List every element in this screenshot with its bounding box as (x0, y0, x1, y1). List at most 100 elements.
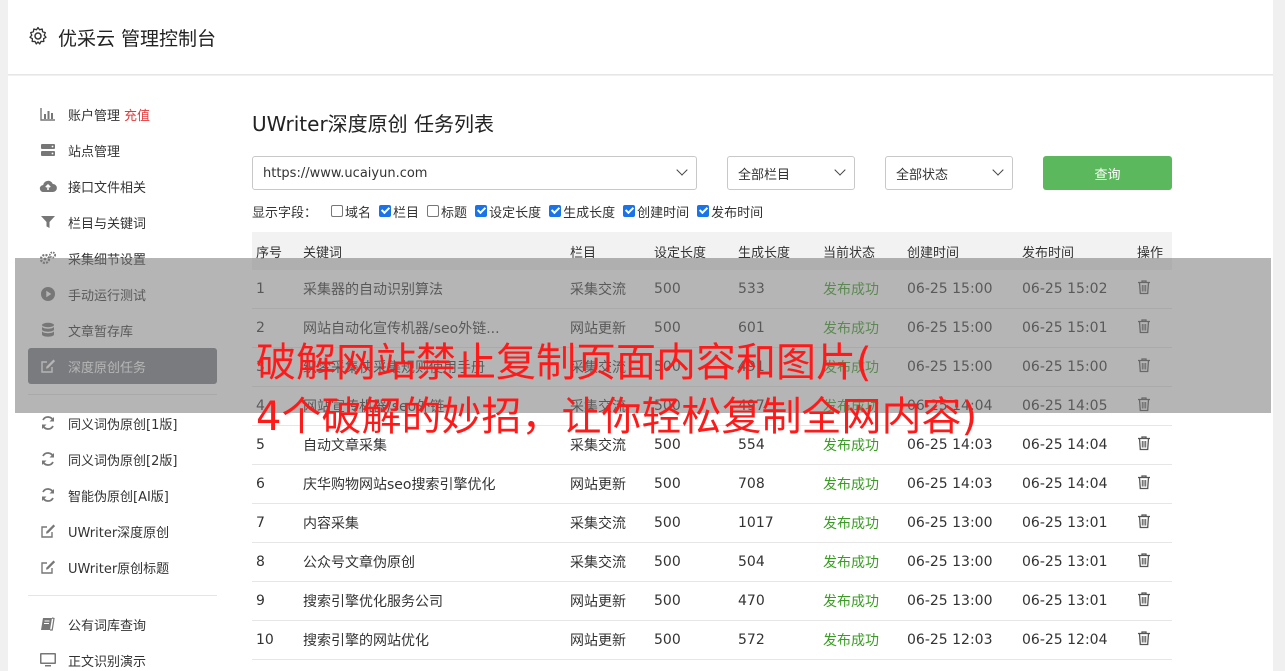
sidebar-item-4[interactable]: 栏目与关键词 (28, 204, 217, 240)
table-cell: 06-25 14:04 (1022, 437, 1108, 453)
status-cell: 发布成功 (823, 516, 879, 532)
table-cell: 06-25 14:03 (907, 476, 993, 492)
checkbox-empty-icon[interactable] (427, 205, 440, 217)
action-cell (1133, 474, 1172, 494)
table-row: 10 搜索引擎的网站优化 网站更新 500 572 发布成功 06-25 12:03 06-2… (252, 621, 1172, 660)
display-fields: 显示字段： 域名 栏目 标题 设定长度 生成长度 创建时间 发布时间 (252, 202, 771, 221)
sidebar-item-label: UWriter原创标题 (68, 561, 170, 577)
field-checkbox-4[interactable]: 设定长度 (475, 202, 541, 221)
table-cell: 网站更新 (570, 477, 626, 493)
table-cell: 采集交流 (570, 555, 626, 571)
status-cell: 发布成功 (823, 477, 879, 493)
field-checkbox-2[interactable]: 栏目 (379, 202, 419, 221)
sidebar-item-label: 同义词伪原创[1版] (68, 417, 178, 433)
trash-icon[interactable] (1137, 553, 1151, 572)
site-select[interactable]: https://www.ucaiyun.com (252, 156, 697, 190)
table-cell: 网站更新 (570, 633, 626, 649)
book-icon (39, 616, 57, 632)
sidebar-item-2[interactable]: 正文识别演示 (28, 642, 217, 671)
sidebar-item-label: 账户管理 (68, 108, 121, 124)
field-checkbox-1[interactable]: 域名 (331, 202, 371, 221)
field-checkbox-label: 创建时间 (637, 205, 690, 221)
recharge-link[interactable]: 充值 (124, 105, 150, 124)
sidebar-item-2[interactable]: 同义词伪原创[2版] (28, 441, 217, 477)
checkbox-checked-icon[interactable] (379, 205, 392, 217)
sidebar-item-label: UWriter深度原创 (68, 525, 170, 541)
field-checkbox-6[interactable]: 创建时间 (623, 202, 689, 221)
sidebar-item-3[interactable]: 智能伪原创[AI版] (28, 477, 217, 513)
field-checkbox-7[interactable]: 发布时间 (697, 202, 763, 221)
display-fields-label: 显示字段： (252, 205, 318, 221)
table-cell: 06-25 13:01 (1022, 593, 1108, 609)
checkbox-empty-icon[interactable] (331, 205, 344, 217)
chevron-down-icon (992, 164, 1004, 176)
sidebar-item-label: 接口文件相关 (68, 180, 147, 196)
sidebar-item-1[interactable]: 公有词库查询 (28, 606, 217, 642)
table-cell: 公众号文章伪原创 (303, 555, 415, 571)
table-row: 8 公众号文章伪原创 采集交流 500 504 发布成功 06-25 13:00 06-25 … (252, 543, 1172, 582)
field-checkbox-3[interactable]: 标题 (427, 202, 467, 221)
sidebar-item-label: 公有词库查询 (68, 618, 147, 634)
field-checkbox-5[interactable]: 生成长度 (549, 202, 615, 221)
table-cell: 8 (256, 554, 265, 570)
trash-icon[interactable] (1137, 631, 1151, 650)
sidebar-item-label: 栏目与关键词 (68, 216, 147, 232)
overlay-headline: 破解网站禁止复制页面内容和图片( 4个破解的妙招，让你轻松复制全网内容) (256, 336, 977, 444)
table-row: 6 庆华购物网站seo搜索引擎优化 网站更新 500 708 发布成功 06-25 14:0… (252, 465, 1172, 504)
overlay-line-1: 破解网站禁止复制页面内容和图片( (256, 340, 872, 386)
field-checkbox-label: 域名 (345, 205, 372, 221)
field-checkbox-label: 发布时间 (711, 205, 764, 221)
table-cell: 708 (738, 476, 765, 492)
checkbox-checked-icon[interactable] (623, 205, 636, 217)
table-cell: 06-25 13:01 (1022, 554, 1108, 570)
status-cell: 发布成功 (823, 594, 879, 610)
query-button[interactable]: 查询 (1043, 156, 1172, 190)
sidebar-item-label: 智能伪原创[AI版] (68, 489, 169, 505)
table-cell: 采集交流 (570, 516, 626, 532)
table-row: 9 搜索引擎优化服务公司 网站更新 500 470 发布成功 06-25 13:00 06-2… (252, 582, 1172, 621)
column-select-value: 全部栏目 (738, 167, 791, 183)
sidebar-item-label: 站点管理 (68, 144, 121, 160)
status-select[interactable]: 全部状态 (885, 156, 1013, 190)
table-cell: 500 (654, 554, 681, 570)
sidebar-item-4[interactable]: UWriter深度原创 (28, 513, 217, 549)
bar-chart-icon (39, 106, 57, 122)
table-cell: 搜索引擎优化服务公司 (303, 594, 443, 610)
action-cell (1133, 630, 1172, 650)
table-cell: 6 (256, 476, 265, 492)
field-checkbox-label: 生成长度 (563, 205, 616, 221)
checkbox-checked-icon[interactable] (697, 205, 710, 217)
sidebar-item-3[interactable]: 接口文件相关 (28, 168, 217, 204)
refresh-icon (39, 487, 57, 503)
column-select[interactable]: 全部栏目 (727, 156, 855, 190)
sidebar-item-2[interactable]: 站点管理 (28, 132, 217, 168)
sidebar-item-1[interactable]: 账户管理 充值 (28, 96, 217, 132)
table-cell: 500 (654, 476, 681, 492)
trash-icon[interactable] (1137, 436, 1151, 455)
table-cell: 470 (738, 593, 765, 609)
table-cell: 06-25 13:01 (1022, 515, 1108, 531)
trash-icon[interactable] (1137, 592, 1151, 611)
sidebar-item-5[interactable]: UWriter原创标题 (28, 549, 217, 585)
field-checkbox-label: 设定长度 (489, 205, 542, 221)
table-cell: 500 (654, 593, 681, 609)
table-cell: 10 (256, 632, 274, 648)
action-cell (1133, 435, 1172, 455)
checkbox-checked-icon[interactable] (549, 205, 562, 217)
status-cell: 发布成功 (823, 633, 879, 649)
table-cell: 06-25 12:03 (907, 632, 993, 648)
status-cell: 发布成功 (823, 555, 879, 571)
table-cell: 06-25 13:00 (907, 515, 993, 531)
trash-icon[interactable] (1137, 514, 1151, 533)
overlay-line-2: 4个破解的妙招，让你轻松复制全网内容) (256, 394, 978, 440)
sidebar-divider (28, 595, 217, 596)
chevron-down-icon (834, 164, 846, 176)
table-cell: 内容采集 (303, 516, 359, 532)
table-cell: 500 (654, 632, 681, 648)
table-cell: 庆华购物网站seo搜索引擎优化 (303, 477, 496, 493)
checkbox-checked-icon[interactable] (475, 205, 488, 217)
table-cell: 搜索引擎的网站优化 (303, 633, 429, 649)
trash-icon[interactable] (1137, 475, 1151, 494)
table-cell: 504 (738, 554, 765, 570)
field-checkbox-label: 栏目 (393, 205, 420, 221)
